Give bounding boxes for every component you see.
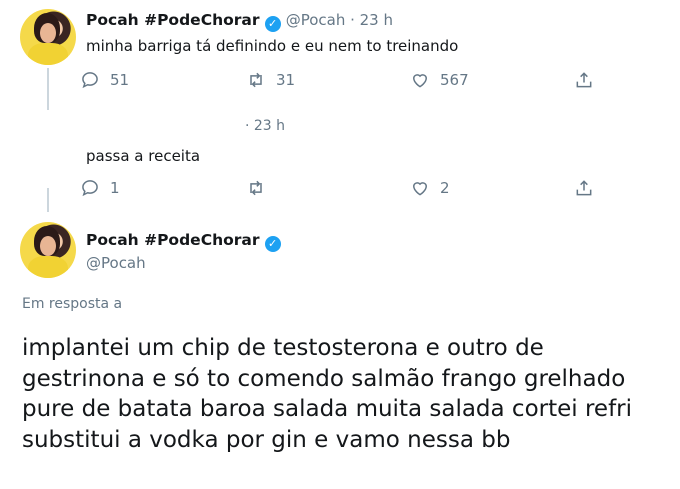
verified-badge-icon: ✓ bbox=[264, 236, 281, 252]
reply-icon bbox=[82, 72, 98, 89]
author-name[interactable]: Pocah #PodeChorar bbox=[86, 11, 260, 29]
reply-icon bbox=[82, 180, 98, 197]
like-button[interactable]: 567 bbox=[410, 70, 469, 90]
thread-line bbox=[47, 188, 49, 212]
like-button[interactable]: 2 bbox=[410, 178, 450, 198]
tweet-text-line: implantei um chip de testosterona e outr… bbox=[22, 335, 544, 361]
author-handle[interactable]: @Pocah bbox=[86, 254, 146, 272]
like-icon bbox=[412, 182, 428, 196]
tweet-text: implantei um chip de testosterona e outr… bbox=[22, 333, 632, 455]
tweet-text-line: substitui a vodka por gin e vamo nessa b… bbox=[22, 426, 511, 453]
like-icon bbox=[412, 74, 428, 88]
tweet-text-line: pure de batata baroa salada muita salada… bbox=[22, 396, 633, 422]
author-name[interactable]: Pocah #PodeChorar bbox=[86, 231, 260, 249]
thread-line bbox=[47, 68, 49, 110]
tweet-time[interactable]: · 23 h bbox=[245, 118, 285, 134]
reply-count: 51 bbox=[110, 71, 130, 89]
retweet-button[interactable]: 31 bbox=[246, 70, 295, 90]
reply-button[interactable]: 51 bbox=[80, 70, 129, 90]
like-count: 567 bbox=[440, 71, 469, 89]
avatar[interactable] bbox=[20, 222, 76, 278]
share-icon bbox=[576, 180, 592, 196]
tweet1-header: Pocah #PodeChorar ✓ @Pocah · 23 h bbox=[86, 10, 393, 32]
reply-count: 1 bbox=[110, 179, 120, 197]
verified-badge-icon: ✓ bbox=[264, 16, 281, 32]
reply-button[interactable]: 1 bbox=[80, 178, 120, 198]
retweet-icon bbox=[250, 72, 262, 88]
tweet-text-line: gestrinona e só to comendo salmão frango… bbox=[22, 365, 626, 392]
reply-label: Em resposta a bbox=[22, 296, 123, 312]
retweet-count: 31 bbox=[276, 71, 296, 89]
retweet-icon bbox=[250, 180, 262, 196]
share-button[interactable] bbox=[574, 70, 594, 90]
retweet-button[interactable] bbox=[246, 178, 276, 198]
share-button[interactable] bbox=[574, 178, 594, 198]
author-handle[interactable]: @Pocah · 23 h bbox=[286, 11, 393, 29]
tweet-text: minha barriga tá definindo e eu nem to t… bbox=[86, 37, 459, 55]
like-count: 2 bbox=[440, 179, 450, 197]
avatar[interactable] bbox=[20, 9, 76, 65]
tweet3-author: Pocah #PodeChorar ✓ bbox=[86, 230, 281, 252]
tweet-text: passa a receita bbox=[86, 147, 201, 165]
share-icon bbox=[576, 72, 592, 88]
